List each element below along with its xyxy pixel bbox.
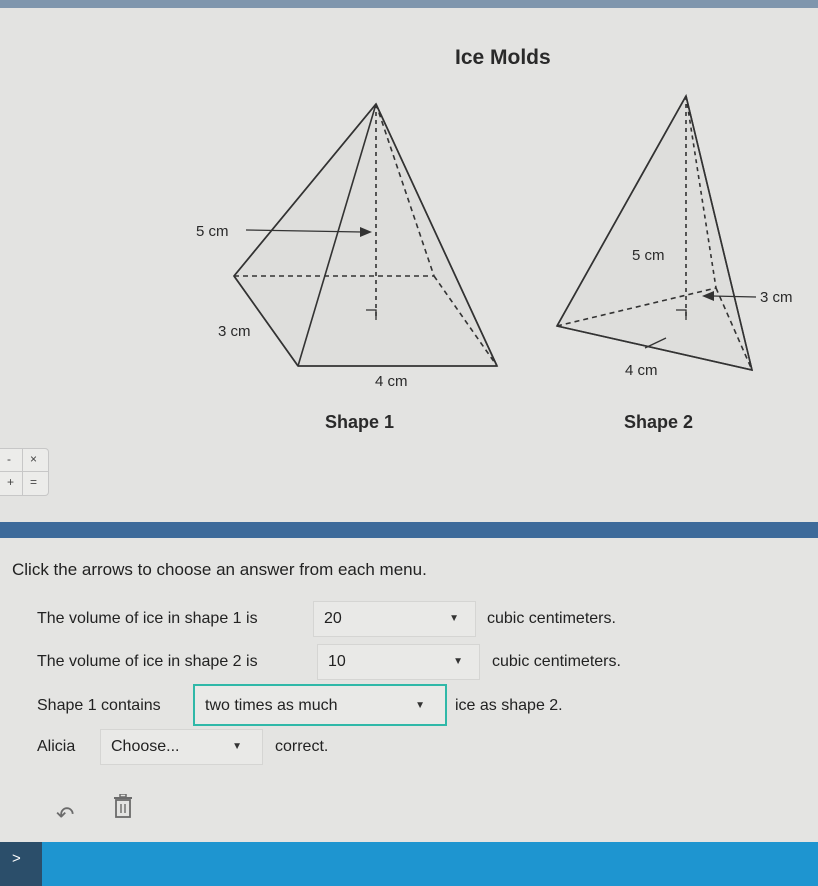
row3-suffix: ice as shape 2.: [455, 697, 563, 714]
volume-shape1-dropdown[interactable]: 20 ▼: [313, 601, 476, 637]
zoom-out-icon[interactable]: -: [7, 452, 11, 466]
row3-prefix: Shape 1 contains: [37, 697, 161, 714]
alicia-dropdown[interactable]: Choose... ▼: [100, 729, 263, 765]
shape2-height-label: 5 cm: [632, 247, 665, 264]
figure-area: Ice Molds 5 cm 3 cm 4 cm 5 cm 3 cm 4 cm …: [0, 8, 818, 525]
shape1-caption: Shape 1: [325, 412, 395, 432]
row1-prefix: The volume of ice in shape 1 is: [37, 610, 258, 627]
alicia-value: Choose...: [111, 738, 180, 755]
chevron-right-icon[interactable]: >: [12, 850, 21, 867]
question-panel: Click the arrows to choose an answer fro…: [0, 538, 818, 842]
shape2-caption: Shape 2: [624, 412, 694, 432]
top-strip: [0, 0, 818, 8]
shape2-pyramid: [555, 93, 757, 372]
chevron-down-icon: ▼: [453, 656, 463, 667]
bottom-nav-left: >: [0, 842, 42, 886]
section-divider: [0, 522, 818, 538]
chevron-down-icon: ▼: [415, 700, 425, 711]
trash-icon[interactable]: [112, 793, 134, 825]
shape2-width-label: 3 cm: [760, 289, 793, 306]
volume-shape2-dropdown[interactable]: 10 ▼: [317, 644, 480, 680]
shapes-drawing: 5 cm 3 cm 4 cm 5 cm 3 cm 4 cm: [196, 93, 793, 390]
shape2-length-label: 4 cm: [625, 362, 658, 379]
zoom-separator-h: [0, 471, 48, 472]
comparison-dropdown[interactable]: two times as much ▼: [193, 684, 447, 726]
row4-suffix: correct.: [275, 738, 329, 755]
row2-suffix: cubic centimeters.: [492, 653, 621, 670]
chevron-down-icon: ▼: [232, 741, 242, 752]
undo-icon[interactable]: ↶: [56, 802, 74, 828]
row1-suffix: cubic centimeters.: [487, 610, 616, 627]
reset-zoom-icon[interactable]: =: [30, 475, 37, 489]
zoom-controls: - × + =: [0, 448, 49, 496]
zoom-separator-v: [22, 449, 23, 495]
instruction-text: Click the arrows to choose an answer fro…: [12, 560, 427, 579]
volume-shape1-value: 20: [324, 610, 342, 627]
chevron-down-icon: ▼: [449, 613, 459, 624]
shape1-pyramid: [232, 102, 499, 367]
shape1-length-label: 4 cm: [375, 373, 408, 390]
volume-shape2-value: 10: [328, 653, 346, 670]
bottom-nav-bar: [0, 842, 818, 886]
shape1-width-label: 3 cm: [218, 323, 251, 340]
row4-prefix: Alicia: [37, 738, 76, 755]
zoom-in-icon[interactable]: +: [7, 475, 14, 489]
row2-prefix: The volume of ice in shape 2 is: [37, 653, 258, 670]
comparison-value: two times as much: [205, 697, 338, 714]
shape1-slant-label: 5 cm: [196, 223, 229, 240]
close-icon[interactable]: ×: [30, 452, 37, 466]
